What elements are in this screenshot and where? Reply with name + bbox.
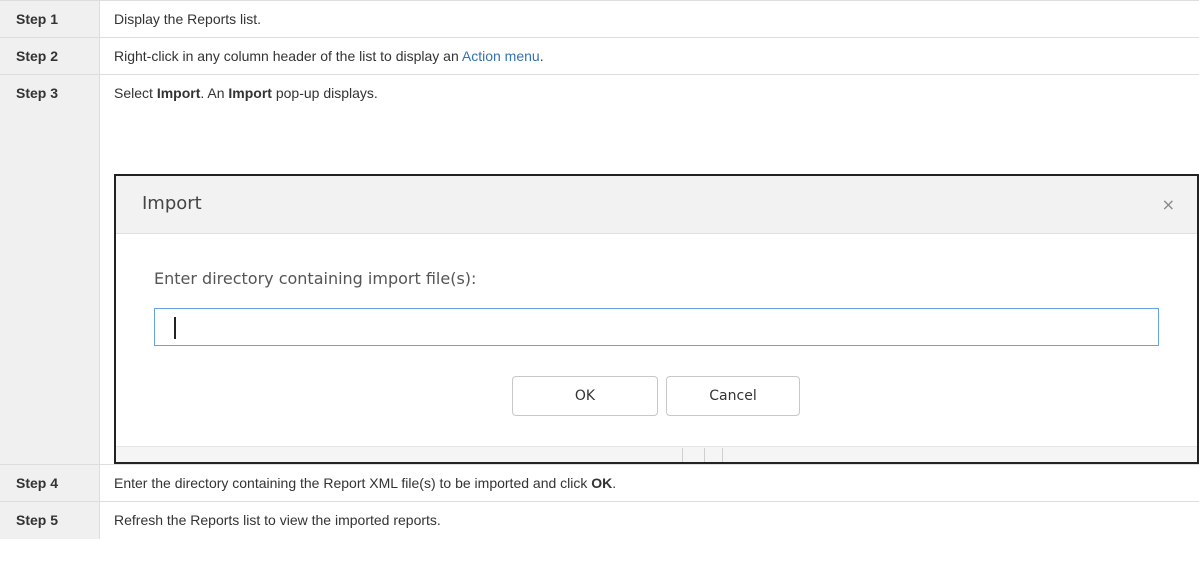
dialog-title: Import (142, 193, 202, 214)
cancel-button[interactable]: Cancel (666, 376, 800, 416)
footer-divider (682, 448, 683, 462)
step-label: Step 2 (0, 38, 100, 74)
import-bold: Import (228, 85, 272, 101)
ok-button[interactable]: OK (512, 376, 658, 416)
step-text-part: . (539, 48, 544, 64)
step-row: Step 5 Refresh the Reports list to view … (0, 502, 1199, 539)
step-text: Right-click in any column header of the … (100, 38, 1199, 74)
step-label: Step 1 (0, 1, 100, 37)
step-row: Step 2 Right-click in any column header … (0, 38, 1199, 75)
step-label: Step 5 (0, 502, 100, 539)
dialog-footer-edge (116, 446, 1197, 462)
import-bold: Import (156, 85, 201, 101)
close-icon[interactable]: × (1162, 195, 1175, 214)
step-text-part: Enter the directory containing the Repor… (114, 475, 592, 491)
dialog-header: Import × (116, 176, 1197, 234)
step-text-part: Select (114, 85, 157, 101)
directory-input[interactable] (154, 308, 1159, 346)
step-label: Step 4 (0, 465, 100, 501)
footer-divider (722, 448, 723, 462)
step-text-part: pop-up displays. (271, 85, 378, 101)
step-row: Step 1 Display the Reports list. (0, 1, 1199, 38)
step-text-part: . An (200, 85, 229, 101)
text-caret (174, 317, 176, 339)
directory-label: Enter directory containing import file(s… (154, 269, 477, 288)
step-text-part: Right-click in any column header of the … (114, 48, 462, 64)
action-menu-link[interactable]: Action menu (462, 48, 540, 64)
step-label: Step 3 (0, 75, 100, 464)
footer-divider (704, 448, 705, 462)
ok-bold: OK (591, 475, 613, 491)
import-dialog: Import × Enter directory containing impo… (114, 174, 1199, 464)
step-text: Refresh the Reports list to view the imp… (114, 512, 441, 528)
step-text: Enter the directory containing the Repor… (100, 465, 1199, 501)
step-text-part: . (612, 475, 617, 491)
step-row: Step 4 Enter the directory containing th… (0, 465, 1199, 502)
step-text: Display the Reports list. (114, 11, 262, 27)
